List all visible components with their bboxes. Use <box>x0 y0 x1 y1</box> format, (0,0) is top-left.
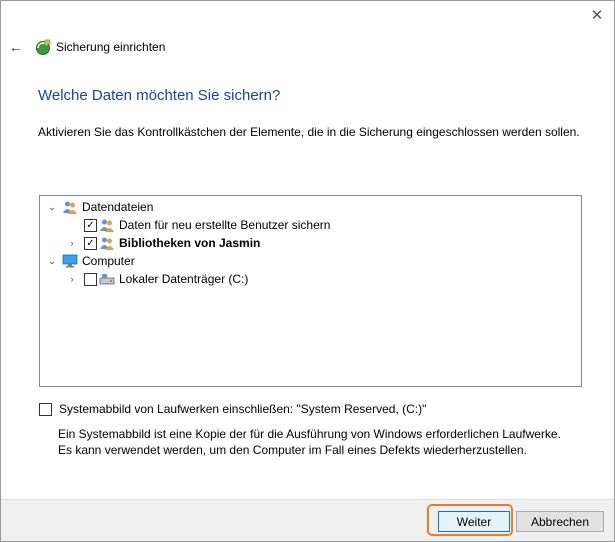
collapse-chevron-icon[interactable]: › <box>66 237 78 249</box>
tree-item-label: Daten für neu erstellte Benutzer sichern <box>119 218 331 232</box>
expand-chevron-icon[interactable]: ⌄ <box>46 201 58 213</box>
system-image-checkbox[interactable] <box>39 402 52 416</box>
system-image-label: Systemabbild von Laufwerken einschließen… <box>59 402 427 416</box>
window-title: Sicherung einrichten <box>56 40 166 54</box>
system-image-option[interactable]: Systemabbild von Laufwerken einschließen… <box>39 402 426 416</box>
collapse-chevron-icon[interactable]: › <box>66 273 78 285</box>
new-users-checkbox[interactable]: ✓ <box>84 218 97 232</box>
local-disk-checkbox[interactable] <box>84 272 97 286</box>
expand-chevron-icon[interactable]: ⌄ <box>46 255 58 267</box>
tree-item-label: Lokaler Datenträger (C:) <box>119 272 249 286</box>
drive-icon <box>99 274 115 285</box>
tree-item-libraries[interactable]: › ✓ Bibliotheken von Jasmin <box>66 234 260 252</box>
computer-icon <box>62 254 78 268</box>
backup-app-icon <box>36 39 51 55</box>
tree-item-label: Datendateien <box>82 200 154 214</box>
page-heading: Welche Daten möchten Sie sichern? <box>38 87 281 104</box>
title-bar: ← Sicherung einrichten <box>7 37 165 57</box>
next-button[interactable]: Weiter <box>438 511 510 532</box>
system-image-description: Ein Systemabbild ist eine Kopie der für … <box>58 427 561 457</box>
libraries-checkbox[interactable]: ✓ <box>84 236 97 250</box>
tree-item-local-disk[interactable]: › Lokaler Datenträger (C:) <box>66 270 249 288</box>
users-icon <box>100 219 114 232</box>
backup-setup-window: ✕ ← Sicherung einrichten Welche Daten mö… <box>0 0 615 542</box>
close-icon[interactable]: ✕ <box>588 7 606 25</box>
instruction-text: Aktivieren Sie das Kontrollkästchen der … <box>38 125 580 139</box>
tree-item-data-files[interactable]: ⌄ Datendateien <box>46 198 153 216</box>
cancel-button[interactable]: Abbrechen <box>516 511 604 532</box>
back-arrow-icon[interactable]: ← <box>7 38 25 56</box>
tree-item-label: Bibliotheken von Jasmin <box>119 236 261 250</box>
tree-item-computer[interactable]: ⌄ Computer <box>46 252 135 270</box>
backup-items-tree: ⌄ Datendateien ✓ Daten für neu erstellte… <box>39 195 582 387</box>
dialog-footer: Weiter Abbrechen <box>1 499 614 541</box>
tree-item-new-users[interactable]: ✓ Daten für neu erstellte Benutzer siche… <box>84 216 330 234</box>
users-icon <box>100 237 114 250</box>
users-icon <box>63 201 77 214</box>
tree-item-label: Computer <box>82 254 135 268</box>
